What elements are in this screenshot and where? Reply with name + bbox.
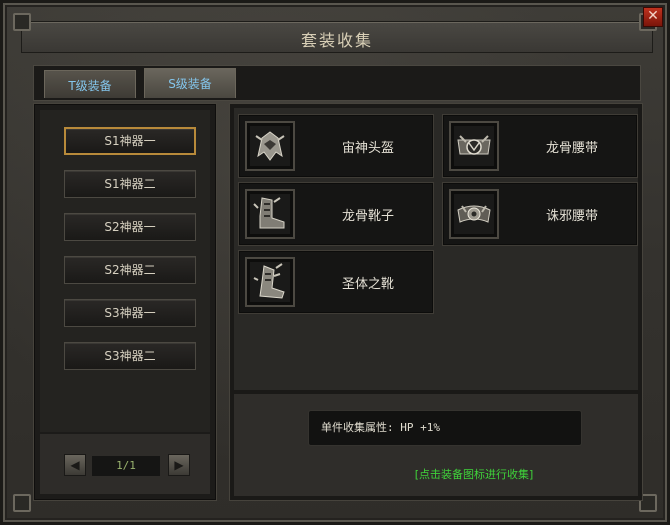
item-slot[interactable]: 圣体之靴 — [238, 250, 434, 314]
tab-t-equipment[interactable]: T级装备 — [44, 70, 136, 98]
belt-icon[interactable] — [449, 189, 499, 239]
item-slot[interactable]: 龙骨腰带 — [442, 114, 638, 178]
item-name: 龙骨腰带 — [545, 141, 598, 156]
category-button-s1-2[interactable]: S1神器二 — [64, 170, 196, 198]
arrow-right-icon: ▶ — [174, 458, 184, 472]
category-list: S1神器一 S1神器二 S2神器一 S2神器二 S3神器一 S3神器二 — [40, 110, 210, 432]
belt-icon[interactable] — [449, 121, 499, 171]
helmet-icon[interactable] — [245, 121, 295, 171]
prev-page-button[interactable]: ◀ — [64, 454, 86, 476]
category-label: S3神器二 — [104, 349, 156, 363]
category-button-s3-1[interactable]: S3神器一 — [64, 299, 196, 327]
item-name: 宙神头盔 — [341, 141, 394, 156]
collection-attribute: 单件收集属性: HP +1% — [308, 410, 582, 446]
corner-ornament — [13, 13, 31, 31]
close-icon: ✕ — [647, 8, 659, 24]
tab-label: S级装备 — [168, 77, 212, 91]
corner-ornament — [13, 494, 31, 512]
tab-label: T级装备 — [68, 79, 112, 93]
category-button-s1-1[interactable]: S1神器一 — [64, 127, 196, 155]
category-label: S3神器一 — [104, 306, 156, 320]
info-area: 单件收集属性: HP +1% [点击装备图标进行收集] — [234, 394, 638, 496]
item-name: 圣体之靴 — [341, 277, 394, 292]
window-title: 套装收集 — [300, 31, 373, 50]
item-slot[interactable]: 诛邪腰带 — [442, 182, 638, 246]
suit-collection-window: 套装收集 ✕ T级装备 S级装备 S1神器一 S1神器二 S2神器一 S2神器二 — [0, 0, 670, 525]
item-name: 诛邪腰带 — [545, 209, 598, 224]
item-name: 龙骨靴子 — [341, 209, 394, 224]
pager: ◀ 1/1 ▶ — [40, 434, 210, 494]
boots-icon[interactable] — [245, 257, 295, 307]
category-button-s2-1[interactable]: S2神器一 — [64, 213, 196, 241]
item-slot[interactable]: 宙神头盔 — [238, 114, 434, 178]
title-bar[interactable]: 套装收集 — [21, 21, 653, 53]
item-slot[interactable]: 龙骨靴子 — [238, 182, 434, 246]
category-button-s3-2[interactable]: S3神器二 — [64, 342, 196, 370]
category-label: S1神器一 — [104, 134, 156, 148]
page-indicator: 1/1 — [92, 456, 160, 476]
arrow-left-icon: ◀ — [70, 458, 80, 472]
close-button[interactable]: ✕ — [643, 7, 663, 27]
category-label: S2神器一 — [104, 220, 156, 234]
item-panel: 宙神头盔 龙骨腰带 龙骨靴子 诛邪腰带 圣体之靴 单件收集属性: HP +1% … — [229, 103, 643, 501]
next-page-button[interactable]: ▶ — [168, 454, 190, 476]
category-panel: S1神器一 S1神器二 S2神器一 S2神器二 S3神器一 S3神器二 ◀ 1/… — [33, 103, 217, 501]
tab-strip: T级装备 S级装备 — [33, 65, 641, 101]
collect-hint[interactable]: [点击装备图标进行收集] — [234, 466, 638, 482]
tab-s-equipment[interactable]: S级装备 — [144, 68, 236, 98]
category-label: S1神器二 — [104, 177, 156, 191]
item-grid: 宙神头盔 龙骨腰带 龙骨靴子 诛邪腰带 圣体之靴 — [234, 108, 638, 390]
category-button-s2-2[interactable]: S2神器二 — [64, 256, 196, 284]
boots-icon[interactable] — [245, 189, 295, 239]
category-label: S2神器二 — [104, 263, 156, 277]
